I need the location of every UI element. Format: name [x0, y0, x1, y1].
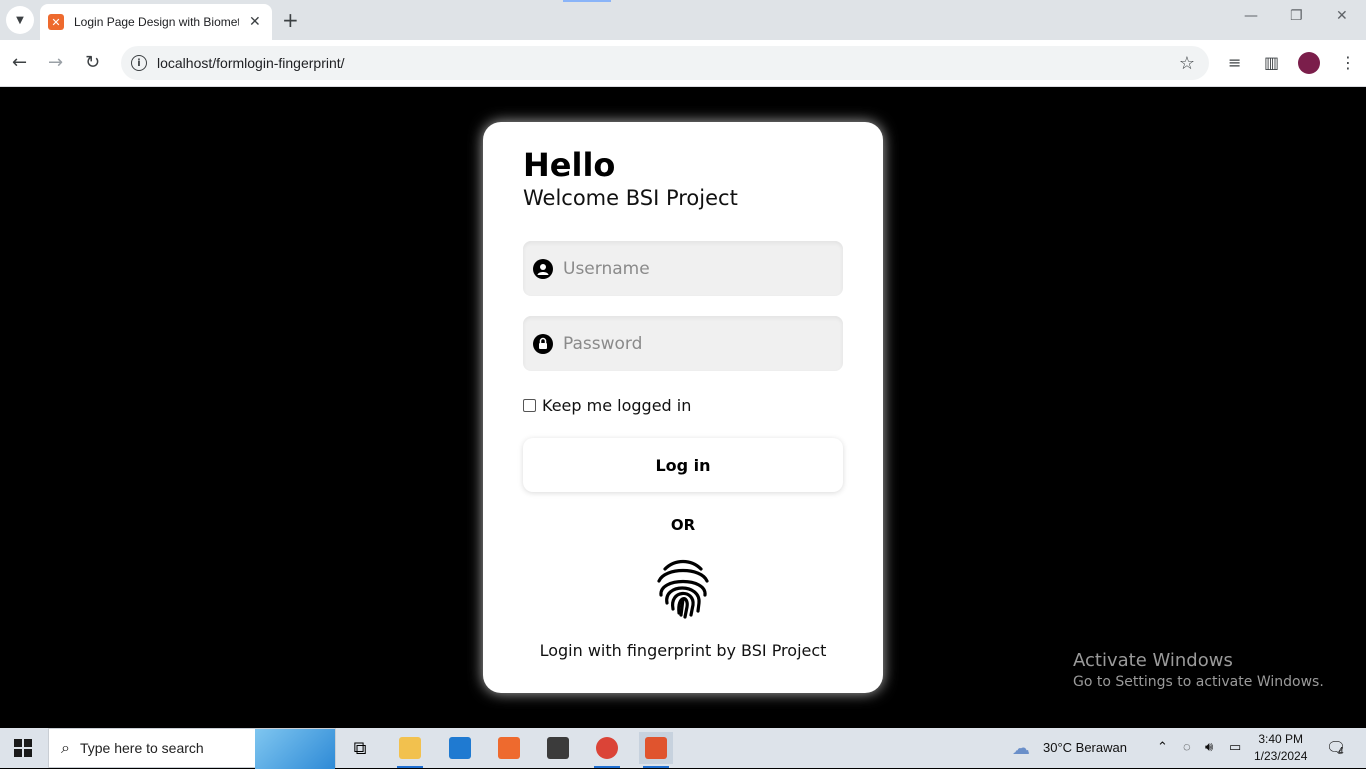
- login-card: Hello Welcome BSI Project Username Passw…: [483, 122, 883, 693]
- username-field[interactable]: Username: [523, 241, 843, 296]
- page-viewport: Hello Welcome BSI Project Username Passw…: [0, 87, 1366, 728]
- profile-avatar[interactable]: [1298, 52, 1320, 74]
- user-icon: [533, 258, 553, 279]
- forward-button[interactable]: →: [48, 52, 63, 73]
- windows-taskbar: ⌕ Type here to search ⧉ ☁ 30°C Berawan ⌃…: [0, 728, 1366, 769]
- remember-checkbox[interactable]: [523, 399, 536, 412]
- close-tab-icon[interactable]: ✕: [249, 14, 261, 30]
- file-explorer-icon[interactable]: [393, 732, 427, 768]
- restore-button[interactable]: ❐: [1290, 8, 1303, 24]
- activate-windows-watermark: Activate Windows Go to Settings to activ…: [1073, 650, 1324, 690]
- search-placeholder[interactable]: Type here to search: [80, 740, 204, 756]
- search-icon: ⌕: [61, 738, 70, 757]
- password-field[interactable]: Password: [523, 316, 843, 371]
- fingerprint-login-label: Login with fingerprint by BSI Project: [539, 641, 827, 660]
- xampp-icon[interactable]: [492, 732, 526, 764]
- show-hidden-icons-icon[interactable]: ⌃: [1157, 739, 1168, 755]
- site-info-icon[interactable]: i: [131, 55, 147, 71]
- browser-tab-bar: ▼ ✕ Login Page Design with Biometri ✕ + …: [0, 0, 1366, 40]
- taskbar-clock[interactable]: 3:40 PM 1/23/2024: [1254, 731, 1307, 765]
- bookmark-star-icon[interactable]: ☆: [1179, 53, 1195, 74]
- tab-loading-indicator: [563, 0, 611, 2]
- browser-toolbar: ← → ↻ i localhost/formlogin-fingerprint/…: [0, 40, 1366, 87]
- volume-icon[interactable]: 🔊︎: [1205, 739, 1213, 755]
- new-tab-button[interactable]: +: [282, 8, 299, 32]
- username-input[interactable]: Username: [563, 259, 650, 279]
- notification-count: 4: [1338, 746, 1344, 757]
- or-divider-text: OR: [670, 516, 696, 534]
- weather-cloud-icon: ☁: [1012, 738, 1030, 758]
- fingerprint-icon[interactable]: [651, 555, 715, 619]
- login-button[interactable]: Log in: [523, 438, 843, 492]
- chevron-down-icon: ▼: [16, 14, 24, 26]
- sublime-text-icon[interactable]: [541, 732, 575, 764]
- network-icon[interactable]: ◌: [1183, 739, 1191, 754]
- lock-icon: [533, 333, 553, 354]
- tab-title: Login Page Design with Biometri: [74, 15, 239, 29]
- minimize-button[interactable]: —: [1244, 8, 1258, 24]
- close-window-button[interactable]: ✕: [1336, 8, 1348, 24]
- media-control-icon[interactable]: ≡: [1228, 53, 1241, 72]
- search-highlight-art: [255, 729, 335, 769]
- address-bar[interactable]: i localhost/formlogin-fingerprint/ ☆: [121, 46, 1209, 80]
- watermark-title: Activate Windows: [1073, 650, 1233, 671]
- active-tab[interactable]: ✕ Login Page Design with Biometri ✕: [40, 4, 272, 40]
- login-subheading: Welcome BSI Project: [523, 186, 738, 210]
- remember-label[interactable]: Keep me logged in: [542, 396, 691, 415]
- battery-icon[interactable]: ▭: [1229, 739, 1241, 755]
- more-menu-icon[interactable]: ⋮: [1340, 53, 1356, 72]
- password-input[interactable]: Password: [563, 334, 642, 354]
- watermark-subtitle: Go to Settings to activate Windows.: [1073, 674, 1324, 690]
- task-view-icon[interactable]: ⧉: [343, 732, 377, 764]
- remember-me[interactable]: Keep me logged in: [523, 396, 691, 415]
- active-app-icon[interactable]: [639, 732, 673, 768]
- start-button[interactable]: [14, 739, 32, 757]
- clock-date: 1/23/2024: [1254, 749, 1308, 763]
- reload-button[interactable]: ↻: [85, 52, 100, 73]
- vscode-icon[interactable]: [443, 732, 477, 764]
- clock-time: 3:40 PM: [1258, 732, 1304, 746]
- side-panel-icon[interactable]: ▥: [1264, 53, 1279, 72]
- taskbar-search[interactable]: ⌕ Type here to search: [48, 728, 336, 769]
- back-button[interactable]: ←: [12, 52, 27, 73]
- xampp-favicon-icon: ✕: [48, 14, 64, 30]
- weather-text[interactable]: 30°C Berawan: [1043, 740, 1127, 755]
- login-heading: Hello: [523, 146, 616, 184]
- url-text[interactable]: localhost/formlogin-fingerprint/: [157, 55, 345, 71]
- tab-search-button[interactable]: ▼: [6, 6, 34, 34]
- chrome-icon[interactable]: [590, 732, 624, 768]
